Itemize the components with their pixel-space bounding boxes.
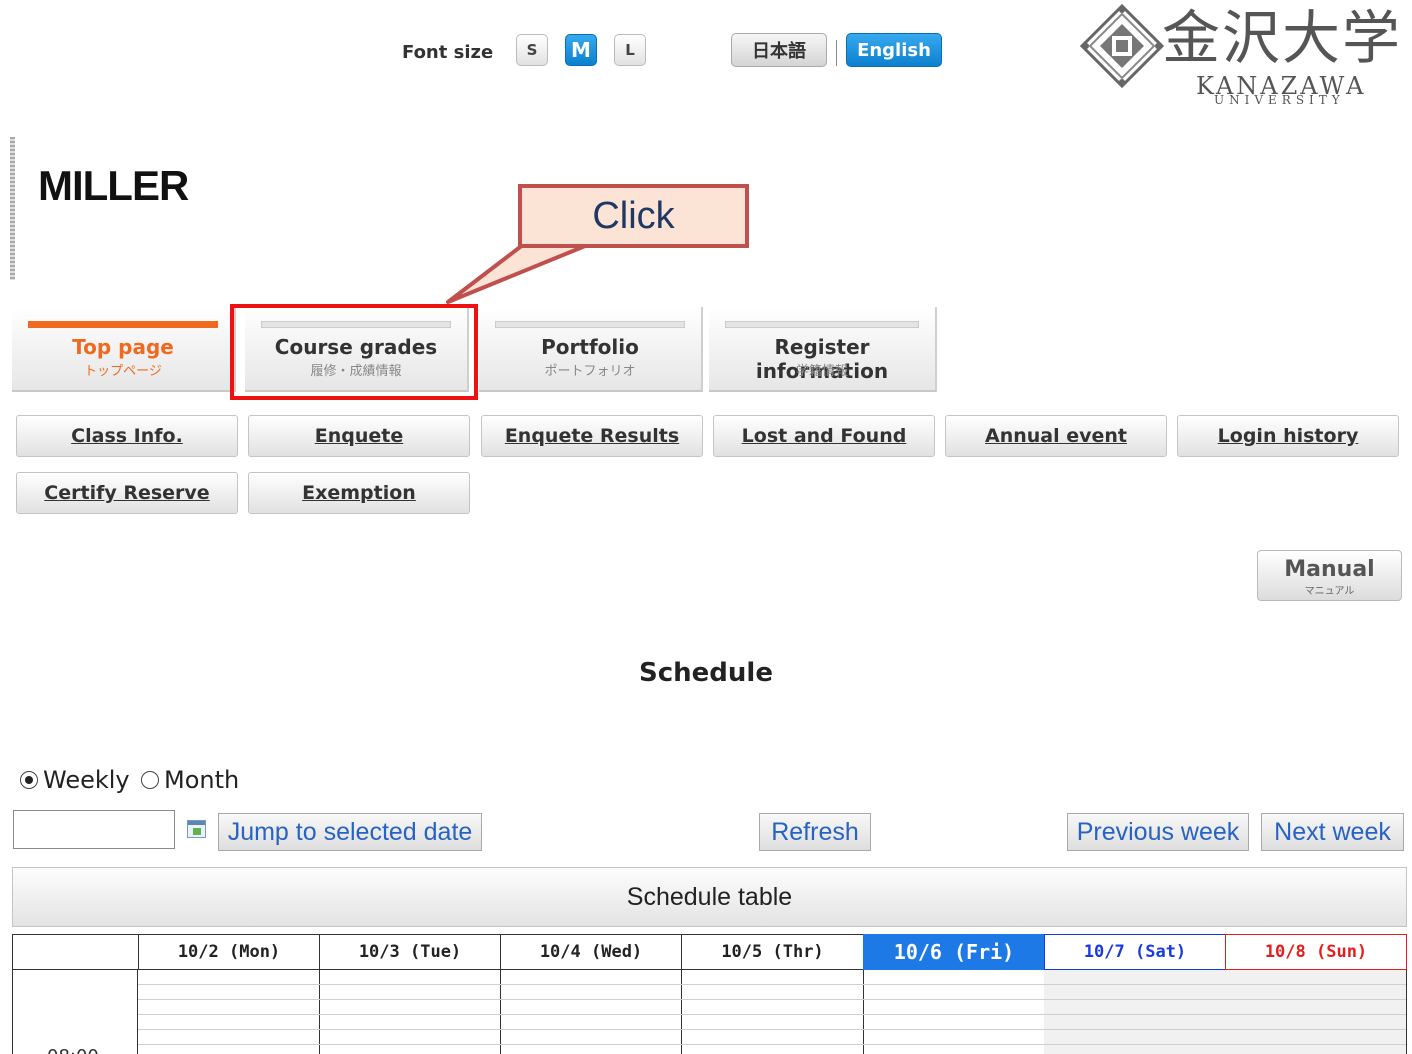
- time-header: [12, 934, 139, 970]
- manual-label: Manual: [1284, 557, 1375, 582]
- manual-sublabel: マニュアル: [1304, 586, 1355, 597]
- tab-label: Top page: [72, 335, 174, 359]
- user-name: MILLER: [38, 162, 189, 209]
- click-callout: Click: [518, 184, 749, 248]
- tab-register-information[interactable]: Register information 学籍情報: [709, 307, 937, 392]
- day-column-mon[interactable]: [138, 970, 320, 1054]
- day-header-thu[interactable]: 10/5 (Thr): [681, 934, 864, 970]
- time-label: 08:00: [47, 1046, 99, 1054]
- day-header-sun[interactable]: 10/8 (Sun): [1225, 934, 1407, 970]
- day-header-fri-today[interactable]: 10/6 (Fri): [863, 934, 1045, 970]
- logo-text-university: UNIVERSITY: [1214, 93, 1345, 107]
- tab-sublabel: トップページ: [84, 364, 162, 379]
- language-japanese-button[interactable]: 日本語: [731, 33, 827, 67]
- tab-label: Portfolio: [541, 335, 639, 359]
- view-month-label: Month: [164, 766, 240, 794]
- annual-event-link[interactable]: Annual event: [945, 415, 1167, 457]
- refresh-button[interactable]: Refresh: [759, 813, 871, 851]
- font-size-small-button[interactable]: S: [516, 34, 548, 66]
- tab-indicator: [28, 321, 218, 328]
- previous-week-button[interactable]: Previous week: [1067, 813, 1249, 851]
- day-header-sat[interactable]: 10/7 (Sat): [1044, 934, 1226, 970]
- language-english-button[interactable]: English: [846, 33, 942, 67]
- day-column-tue[interactable]: [319, 970, 501, 1054]
- class-info-link[interactable]: Class Info.: [16, 415, 238, 457]
- logo-text-japanese: 金沢大学: [1162, 4, 1403, 72]
- tab-sublabel: ポートフォリオ: [544, 364, 636, 379]
- day-column-wed[interactable]: [500, 970, 682, 1054]
- schedule-title: Schedule: [639, 658, 773, 688]
- day-header-wed[interactable]: 10/4 (Wed): [500, 934, 682, 970]
- view-weekly-radio[interactable]: Weekly: [20, 766, 130, 794]
- course-grades-highlight: [230, 304, 478, 400]
- font-size-label: Font size: [402, 42, 494, 63]
- manual-button[interactable]: Manual マニュアル: [1257, 550, 1402, 601]
- view-month-radio[interactable]: Month: [141, 766, 239, 794]
- enquete-link[interactable]: Enquete: [248, 415, 470, 457]
- date-input[interactable]: [13, 810, 175, 849]
- day-column-fri[interactable]: [863, 970, 1045, 1054]
- radio-unselected-icon: [141, 771, 159, 789]
- schedule-table-header: Schedule table: [12, 867, 1407, 927]
- day-column-thu[interactable]: [681, 970, 864, 1054]
- view-weekly-label: Weekly: [43, 766, 130, 794]
- tab-top-page[interactable]: Top page トップページ: [12, 307, 236, 392]
- callout-pointer: [446, 244, 594, 304]
- next-week-button[interactable]: Next week: [1261, 813, 1404, 851]
- font-size-medium-button[interactable]: M: [565, 34, 597, 66]
- exemption-link[interactable]: Exemption: [248, 472, 470, 514]
- certify-reserve-link[interactable]: Certify Reserve: [16, 472, 238, 514]
- font-size-large-button[interactable]: L: [614, 34, 646, 66]
- tab-sublabel: 学籍情報: [795, 364, 848, 379]
- day-column-sat[interactable]: [1044, 970, 1226, 1054]
- tab-portfolio[interactable]: Portfolio ポートフォリオ: [479, 307, 703, 392]
- jump-to-date-button[interactable]: Jump to selected date: [218, 813, 482, 851]
- enquete-results-link[interactable]: Enquete Results: [481, 415, 703, 457]
- name-decoration-bar: [10, 137, 15, 280]
- login-history-link[interactable]: Login history: [1177, 415, 1399, 457]
- tab-indicator: [495, 321, 685, 328]
- day-header-tue[interactable]: 10/3 (Tue): [319, 934, 501, 970]
- tab-indicator: [725, 321, 919, 328]
- lost-and-found-link[interactable]: Lost and Found: [713, 415, 935, 457]
- language-divider: [836, 40, 837, 66]
- time-column: [12, 970, 138, 1054]
- calendar-icon[interactable]: [187, 820, 206, 838]
- day-column-sun[interactable]: [1225, 970, 1407, 1054]
- day-header-mon[interactable]: 10/2 (Mon): [138, 934, 320, 970]
- radio-selected-icon: [20, 771, 38, 789]
